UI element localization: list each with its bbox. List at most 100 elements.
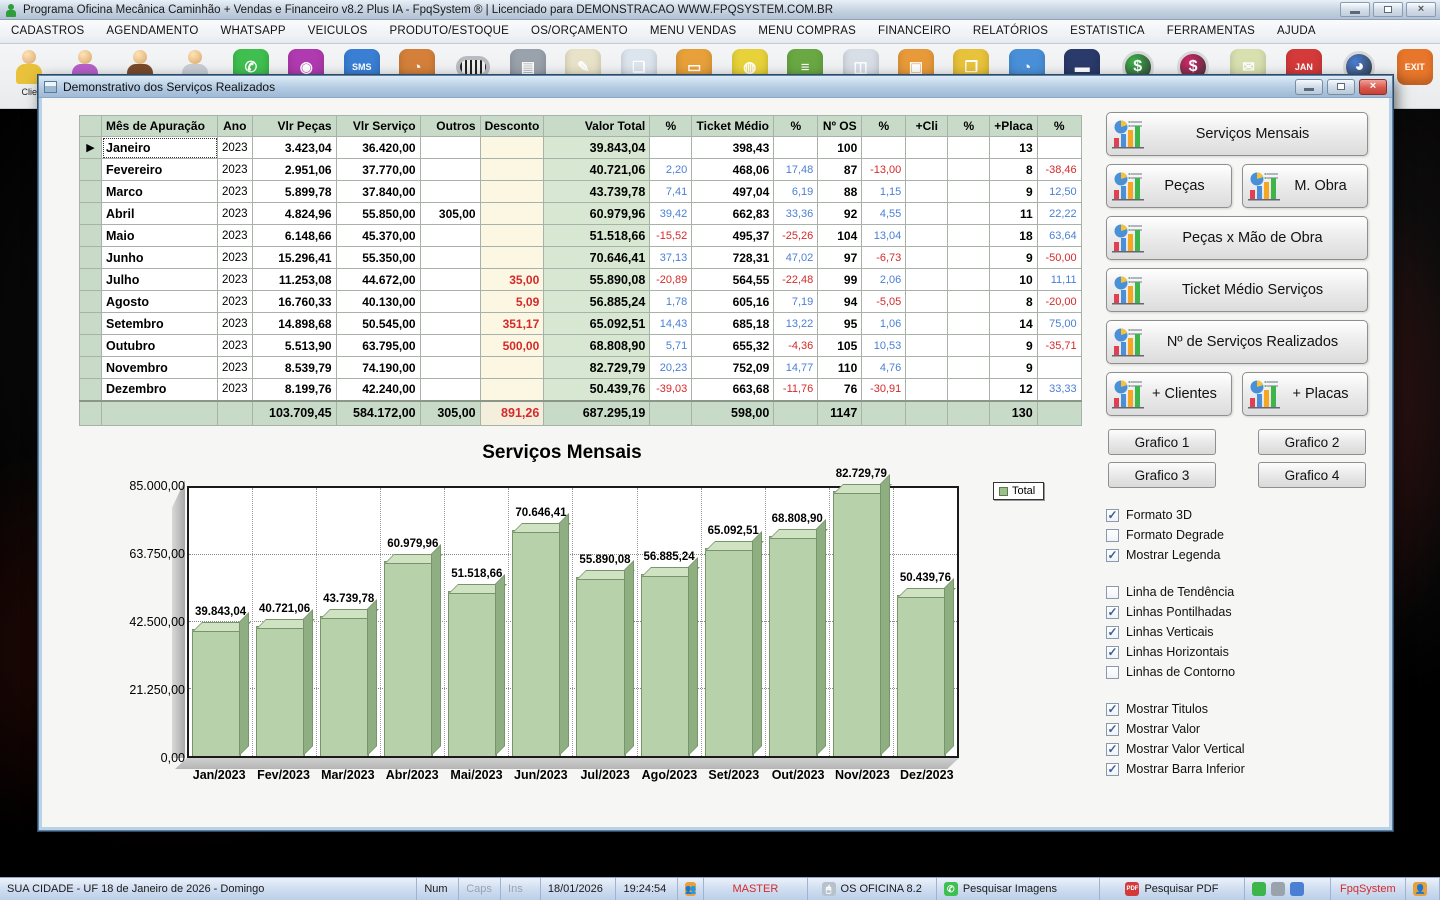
cell-p3[interactable]: -6,73 xyxy=(862,247,906,269)
cell-month[interactable]: Novembro xyxy=(102,357,218,379)
cell-placa[interactable]: 10 xyxy=(990,269,1037,291)
cell-cli[interactable] xyxy=(906,247,948,269)
row-selector[interactable]: ▶ xyxy=(80,137,102,159)
cell-os[interactable]: 99 xyxy=(818,269,862,291)
checkbox-box[interactable]: ✓ xyxy=(1106,743,1119,756)
row-selector[interactable] xyxy=(80,379,102,401)
cell-outros[interactable] xyxy=(420,269,480,291)
report-button-n-de-servi-os-realizados[interactable]: Nº de Serviços Realizados xyxy=(1106,320,1368,364)
checkbox-mostrar-titulos[interactable]: ✓ Mostrar Titulos xyxy=(1106,699,1368,719)
cell-os[interactable]: 105 xyxy=(818,335,862,357)
cell-pecas[interactable]: 5.513,90 xyxy=(252,335,336,357)
cell-total[interactable]: 55.890,08 xyxy=(544,269,650,291)
checkbox-box[interactable]: ✓ xyxy=(1106,509,1119,522)
cell-outros[interactable] xyxy=(420,313,480,335)
quick-icons[interactable] xyxy=(1245,878,1331,900)
cell-total[interactable]: 51.518,66 xyxy=(544,225,650,247)
cell-placa[interactable]: 13 xyxy=(990,137,1037,159)
menu-item-os-or-amento[interactable]: OS/ORÇAMENTO xyxy=(520,20,639,43)
cell-p1[interactable] xyxy=(650,137,692,159)
cell-p1[interactable]: 2,20 xyxy=(650,159,692,181)
cell-year[interactable]: 2023 xyxy=(218,379,253,401)
cell-ticket[interactable]: 398,43 xyxy=(692,137,774,159)
column-header[interactable] xyxy=(80,116,102,137)
cell-p5[interactable] xyxy=(1037,137,1081,159)
quick-icon[interactable] xyxy=(1271,882,1285,896)
menu-item-cadastros[interactable]: CADASTROS xyxy=(0,20,95,43)
cell-p3[interactable]: 4,55 xyxy=(862,203,906,225)
cell-p4[interactable] xyxy=(948,137,990,159)
cell-month[interactable]: Setembro xyxy=(102,313,218,335)
cell-os[interactable]: 110 xyxy=(818,357,862,379)
menu-item-financeiro[interactable]: FINANCEIRO xyxy=(867,20,962,43)
table-row[interactable]: Marco20235.899,7837.840,0043.739,787,414… xyxy=(80,181,1082,203)
cell-p2[interactable]: -25,26 xyxy=(774,225,818,247)
cell-servico[interactable]: 44.672,00 xyxy=(336,269,420,291)
cell-p2[interactable]: 47,02 xyxy=(774,247,818,269)
cell-desconto[interactable] xyxy=(480,225,544,247)
cell-p4[interactable] xyxy=(948,225,990,247)
cell-placa[interactable]: 9 xyxy=(990,181,1037,203)
checkbox-mostrar-legenda[interactable]: ✓ Mostrar Legenda xyxy=(1106,545,1368,565)
dialog-restore-button[interactable] xyxy=(1327,79,1355,95)
row-selector[interactable] xyxy=(80,313,102,335)
cell-cli[interactable] xyxy=(906,269,948,291)
menu-item-menu-vendas[interactable]: MENU VENDAS xyxy=(639,20,748,43)
cell-servico[interactable]: 42.240,00 xyxy=(336,379,420,401)
cell-desconto[interactable] xyxy=(480,137,544,159)
cell-p4[interactable] xyxy=(948,203,990,225)
cell-p2[interactable]: 7,19 xyxy=(774,291,818,313)
cell-total[interactable]: 60.979,96 xyxy=(544,203,650,225)
button-grafico-4[interactable]: Grafico 4 xyxy=(1258,462,1366,488)
cell-p4[interactable] xyxy=(948,379,990,401)
cell-os[interactable]: 88 xyxy=(818,181,862,203)
chart-bar[interactable] xyxy=(641,574,690,756)
report-button-m-obra[interactable]: M. Obra xyxy=(1242,164,1368,208)
cell-pecas[interactable]: 11.253,08 xyxy=(252,269,336,291)
menu-item-veiculos[interactable]: VEICULOS xyxy=(297,20,379,43)
cell-year[interactable]: 2023 xyxy=(218,181,253,203)
cell-p4[interactable] xyxy=(948,335,990,357)
row-selector[interactable] xyxy=(80,269,102,291)
checkbox-linhas-verticais[interactable]: ✓ Linhas Verticais xyxy=(1106,622,1368,642)
cell-p2[interactable]: 14,77 xyxy=(774,357,818,379)
cell-outros[interactable] xyxy=(420,137,480,159)
cell-outros[interactable] xyxy=(420,335,480,357)
cell-p3[interactable] xyxy=(862,137,906,159)
cell-p4[interactable] xyxy=(948,159,990,181)
cell-ticket[interactable]: 663,68 xyxy=(692,379,774,401)
cell-servico[interactable]: 37.770,00 xyxy=(336,159,420,181)
dialog-titlebar[interactable]: Demonstrativo dos Serviços Realizados × xyxy=(39,76,1392,98)
chart-bar[interactable] xyxy=(512,530,561,756)
report-button-pe-as[interactable]: Peças xyxy=(1106,164,1232,208)
cell-p2[interactable] xyxy=(774,137,818,159)
cell-placa[interactable]: 8 xyxy=(990,291,1037,313)
cell-month[interactable]: Abril xyxy=(102,203,218,225)
cell-p5[interactable]: 75,00 xyxy=(1037,313,1081,335)
cell-placa[interactable]: 12 xyxy=(990,379,1037,401)
column-header[interactable]: % xyxy=(1037,116,1081,137)
cell-p4[interactable] xyxy=(948,247,990,269)
cell-month[interactable]: Fevereiro xyxy=(102,159,218,181)
cell-ticket[interactable]: 495,37 xyxy=(692,225,774,247)
row-selector[interactable] xyxy=(80,357,102,379)
checkbox-formato-degrade[interactable]: Formato Degrade xyxy=(1106,525,1368,545)
cell-total[interactable]: 68.808,90 xyxy=(544,335,650,357)
minimize-button[interactable] xyxy=(1340,2,1370,17)
cell-cli[interactable] xyxy=(906,313,948,335)
cell-cli[interactable] xyxy=(906,203,948,225)
menu-item-produto-estoque[interactable]: PRODUTO/ESTOQUE xyxy=(379,20,521,43)
cell-month[interactable]: Agosto xyxy=(102,291,218,313)
cell-p1[interactable]: -15,52 xyxy=(650,225,692,247)
column-header[interactable]: Vlr Serviço xyxy=(336,116,420,137)
cell-total[interactable]: 40.721,06 xyxy=(544,159,650,181)
cell-placa[interactable]: 11 xyxy=(990,203,1037,225)
row-selector[interactable] xyxy=(80,291,102,313)
cell-pecas[interactable]: 2.951,06 xyxy=(252,159,336,181)
cell-p5[interactable]: -20,00 xyxy=(1037,291,1081,313)
cell-year[interactable]: 2023 xyxy=(218,313,253,335)
checkbox-linha-de-tend-ncia[interactable]: Linha de Tendência xyxy=(1106,582,1368,602)
cell-year[interactable]: 2023 xyxy=(218,291,253,313)
menu-item-menu-compras[interactable]: MENU COMPRAS xyxy=(747,20,867,43)
dialog-close-button[interactable]: × xyxy=(1359,79,1387,95)
